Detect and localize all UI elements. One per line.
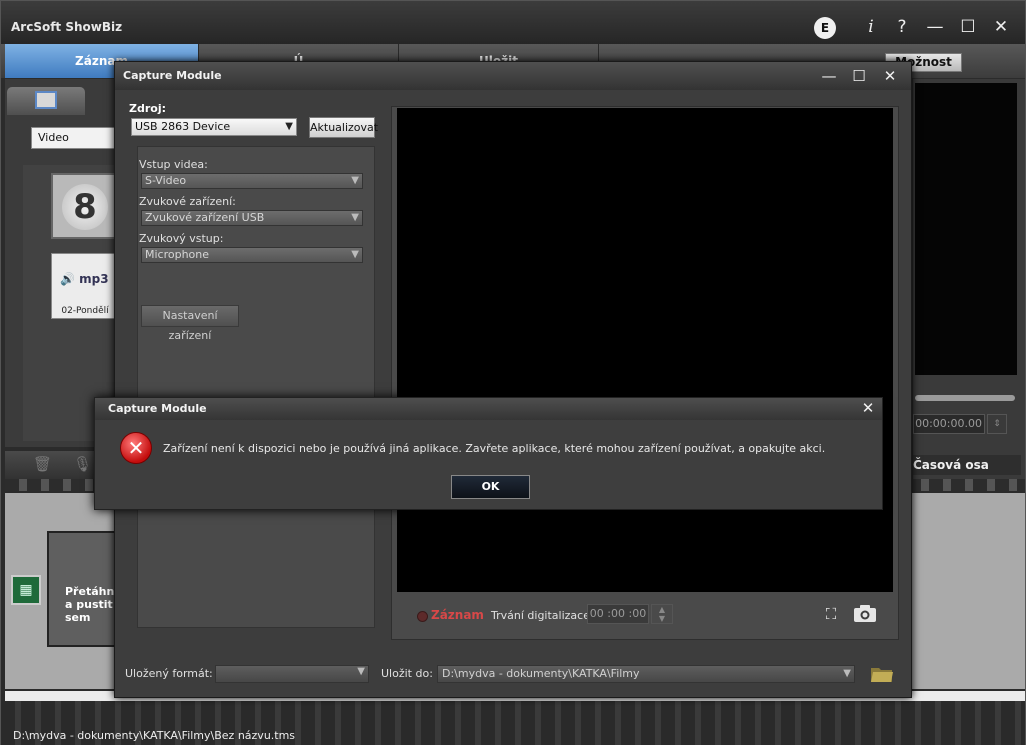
- ok-button[interactable]: OK: [451, 475, 530, 499]
- media-filter-select[interactable]: Video: [31, 127, 121, 149]
- edit-badge-icon[interactable]: E: [814, 17, 836, 39]
- error-icon: ✕: [120, 432, 152, 464]
- close-button[interactable]: ✕: [989, 15, 1013, 39]
- chevron-down-icon: ▼: [357, 666, 365, 677]
- preview-time-field[interactable]: 00:00:00.00: [913, 414, 985, 434]
- audio-device-label: Zvukové zařízení:: [139, 195, 236, 208]
- source-select[interactable]: USB 2863 Device ▼: [131, 118, 297, 136]
- source-value: USB 2863 Device: [135, 120, 231, 133]
- timeline-label[interactable]: Časová osa: [913, 455, 1021, 475]
- audio-input-select[interactable]: Microphone ▼: [141, 247, 363, 263]
- app-title: ArcSoft ShowBiz: [11, 20, 123, 34]
- capture-maximize-button[interactable]: ☐: [849, 66, 869, 86]
- chevron-down-icon: ▼: [285, 121, 293, 132]
- chevron-down-icon: ▼: [351, 249, 359, 260]
- save-to-select[interactable]: D:\mydva - dokumenty\KATKA\Filmy ▼: [437, 665, 855, 683]
- video-input-select[interactable]: S-Video ▼: [141, 173, 363, 189]
- save-to-label: Uložit do:: [381, 667, 433, 680]
- refresh-button[interactable]: Aktualizovat: [309, 117, 378, 138]
- audio-device-value: Zvukové zařízení USB: [145, 211, 265, 224]
- audio-input-label: Zvukový vstup:: [139, 232, 224, 245]
- fullscreen-icon[interactable]: ⛶: [822, 605, 840, 623]
- save-to-value: D:\mydva - dokumenty\KATKA\Filmy: [442, 667, 640, 680]
- info-icon[interactable]: i: [859, 15, 883, 39]
- source-label: Zdroj:: [129, 102, 167, 115]
- error-title-bar: Capture Module ✕: [95, 398, 882, 420]
- chevron-down-icon: ▼: [351, 175, 359, 186]
- folder-icon[interactable]: [870, 665, 894, 683]
- capture-title-bar: Capture Module — ☐ ✕: [115, 62, 911, 90]
- preview-time-spinner[interactable]: ⇕: [987, 414, 1007, 434]
- help-icon[interactable]: ?: [890, 15, 914, 39]
- video-input-label: Vstup videa:: [139, 158, 208, 171]
- video-input-value: S-Video: [145, 174, 187, 187]
- save-format-label: Uložený formát:: [125, 667, 213, 680]
- error-title: Capture Module: [108, 402, 207, 415]
- duration-spinner[interactable]: ▲ ▼: [651, 604, 673, 624]
- save-format-select[interactable]: ▼: [215, 665, 369, 683]
- trash-icon[interactable]: 🗑: [33, 455, 52, 473]
- capture-close-button[interactable]: ✕: [880, 66, 900, 86]
- duration-label: Trvání digitalizace:: [491, 609, 594, 622]
- capture-preview-screen: [397, 108, 893, 592]
- preview-screen: [915, 83, 1017, 375]
- capture-title: Capture Module: [123, 69, 222, 82]
- microphone-icon[interactable]: 🎙: [73, 455, 92, 473]
- status-project-path: D:\mydva - dokumenty\KATKA\Filmy\Bez náz…: [13, 729, 296, 742]
- device-settings-button[interactable]: Nastavení zařízení: [141, 305, 239, 342]
- error-close-button[interactable]: ✕: [859, 399, 877, 417]
- countdown-thumbnail[interactable]: 8: [51, 173, 117, 239]
- error-message: Zařízení není k dispozici nebo je použív…: [163, 442, 826, 455]
- capture-module-window: Capture Module — ☐ ✕ Zdroj: USB 2863 Dev…: [114, 61, 912, 698]
- app-title-bar: ArcSoft ShowBiz E i ? — ☐ ✕: [1, 1, 1025, 44]
- film-icon: [35, 91, 57, 109]
- camera-icon[interactable]: [853, 603, 877, 623]
- preview-seek-slider[interactable]: [915, 395, 1015, 401]
- storyboard-view-icon[interactable]: ▦: [11, 575, 41, 605]
- capture-minimize-button[interactable]: —: [819, 66, 839, 86]
- error-dialog: Capture Module ✕ ✕ Zařízení není k dispo…: [94, 397, 883, 510]
- audio-device-select[interactable]: Zvukové zařízení USB ▼: [141, 210, 363, 226]
- mp3-thumbnail[interactable]: 🔊 mp3 02-Pondělí: [51, 253, 117, 319]
- chevron-down-icon: ▼: [843, 668, 851, 679]
- record-dot-icon[interactable]: [417, 611, 428, 622]
- chevron-down-icon: ▼: [351, 212, 359, 223]
- mp3-file-name: 02-Pondělí: [61, 306, 109, 316]
- duration-field[interactable]: 00 :00 :00: [587, 604, 649, 624]
- mp3-text: mp3: [79, 272, 109, 286]
- mp3-label: 🔊 mp3: [60, 272, 109, 286]
- maximize-button[interactable]: ☐: [956, 15, 980, 39]
- record-button[interactable]: Záznam: [431, 608, 484, 622]
- minimize-button[interactable]: —: [923, 15, 947, 39]
- drop-hint: Přetáhněte a pustit sem: [65, 585, 135, 624]
- audio-input-value: Microphone: [145, 248, 210, 261]
- countdown-counter: 8: [62, 184, 108, 230]
